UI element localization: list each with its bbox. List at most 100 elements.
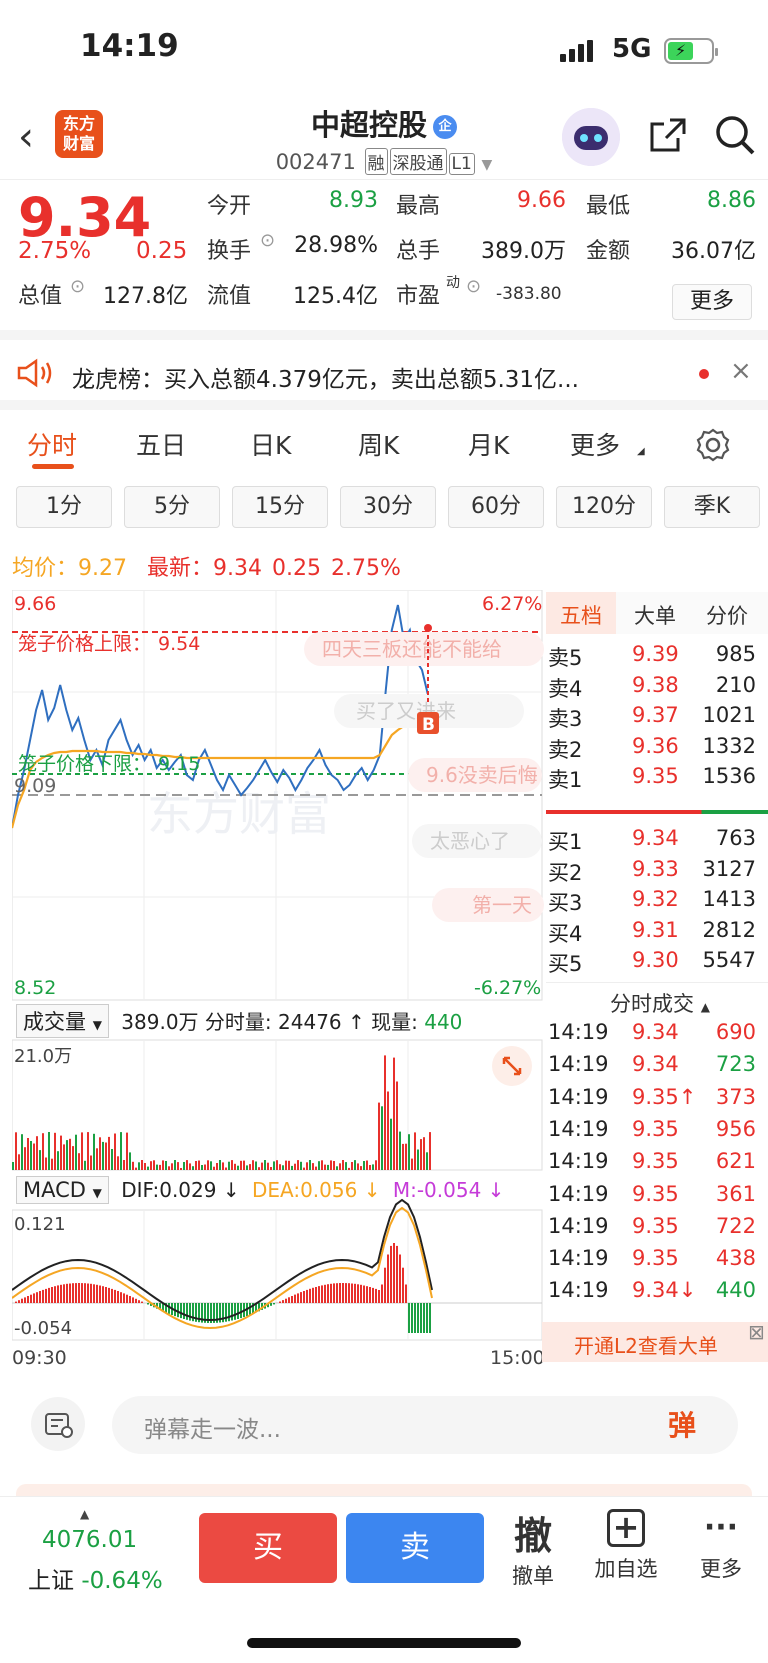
float-value: 125.4亿 <box>293 284 378 309</box>
macd-indicator-select[interactable]: MACD ▼ <box>16 1176 109 1204</box>
index-row[interactable]: 上证 -0.64% <box>28 1561 163 1595</box>
info-icon[interactable]: ⊙ <box>70 276 85 297</box>
tab-daily-k[interactable]: 日K <box>250 426 291 462</box>
volume-bar <box>240 1160 242 1170</box>
level-label: 买4 <box>548 921 583 946</box>
macd-bar <box>228 1303 230 1322</box>
level-label: 卖5 <box>548 646 583 670</box>
sell-button[interactable]: 卖 <box>346 1513 484 1583</box>
macd-bar <box>381 1284 383 1303</box>
add-watchlist-button[interactable]: + 加自选 <box>586 1509 666 1583</box>
level-volume: 1413 <box>702 887 756 911</box>
info-icon[interactable]: ⊙ <box>466 276 481 297</box>
danmaku-settings-icon[interactable] <box>30 1396 86 1452</box>
tab-intraday[interactable]: 分时 <box>27 426 77 462</box>
buy-button[interactable]: 买 <box>199 1513 337 1583</box>
volume-bar <box>234 1163 236 1170</box>
macd-bar <box>27 1296 29 1303</box>
danmaku-2: 买了又进来 <box>356 699 456 723</box>
tick-volume: 956 <box>715 1116 756 1141</box>
volume-bar <box>402 1143 404 1170</box>
macd-bar <box>369 1287 371 1303</box>
news-ticker[interactable]: 龙虎榜：买入总额4.379亿元，卖出总额5.31亿... × <box>0 340 768 410</box>
volume-bar <box>75 1134 77 1170</box>
volume-bar <box>48 1132 50 1170</box>
chart-tabs: 分时 五日 日K 周K 月K 更多 ◢ <box>0 410 768 480</box>
volume-bar <box>165 1161 167 1170</box>
level-price: 9.39 <box>632 642 679 666</box>
change-value: 0.25 <box>136 238 188 264</box>
danmaku-send-button[interactable]: 弹 <box>668 1404 696 1444</box>
tick-price: 9.35↑ <box>632 1084 697 1109</box>
volume-bar <box>183 1162 185 1170</box>
book-tab-large[interactable]: 大单 <box>634 600 676 630</box>
volume-indicator-select[interactable]: 成交量 ▼ <box>16 1004 109 1038</box>
volume-bar <box>408 1134 410 1170</box>
volume-bar <box>321 1160 323 1170</box>
close-icon[interactable]: × <box>730 356 752 386</box>
share-icon[interactable] <box>648 116 688 154</box>
robot-avatar-icon[interactable] <box>562 108 620 166</box>
volume-bar <box>363 1161 365 1170</box>
volume-bar <box>90 1155 92 1170</box>
ticks-title[interactable]: 分时成交 ▲ <box>610 988 710 1018</box>
period-1min[interactable]: 1分 <box>16 486 112 528</box>
status-bar: 14:19 5G ⚡ <box>0 0 768 100</box>
macd-bar <box>78 1283 80 1303</box>
macd-bar <box>366 1286 368 1303</box>
volume-bar <box>27 1138 29 1170</box>
macd-bar <box>90 1283 92 1303</box>
tick-volume: 621 <box>715 1149 756 1174</box>
volume-bar <box>249 1164 251 1170</box>
volume-indicator-label: 成交量 <box>23 1010 86 1034</box>
cancel-order-button[interactable]: 撤 撤单 <box>504 1505 562 1590</box>
macd-bar <box>348 1283 350 1303</box>
tab-five-day[interactable]: 五日 <box>136 426 186 462</box>
volume-bar <box>72 1146 74 1170</box>
macd-bar <box>39 1291 41 1303</box>
period-60min[interactable]: 60分 <box>448 486 544 528</box>
period-15min[interactable]: 15分 <box>232 486 328 528</box>
tab-monthly-k[interactable]: 月K <box>468 426 509 462</box>
high-label: 最高 <box>396 194 441 219</box>
macd-bar <box>288 1297 290 1303</box>
danmaku-1: 四天三板还能不能给 <box>322 637 502 661</box>
gear-icon[interactable] <box>696 428 730 462</box>
danmaku-placeholder: 弹幕走一波... <box>144 1417 281 1443</box>
volume-bar <box>309 1160 311 1170</box>
book-tab-five[interactable]: 五档 <box>560 600 602 630</box>
period-quarter-k[interactable]: 季K <box>664 486 760 528</box>
more-actions-button[interactable]: ··· 更多 <box>690 1509 752 1583</box>
macd-bar <box>324 1284 326 1303</box>
volume-bar <box>117 1156 119 1170</box>
volume-bar <box>42 1133 44 1170</box>
more-button[interactable]: 更多 <box>672 284 752 320</box>
volume-bar <box>414 1132 416 1170</box>
level-price: 9.37 <box>632 703 679 727</box>
l2-promo[interactable]: 开通L2查看大单 ⊠ <box>542 1320 768 1362</box>
danmaku-input[interactable]: 弹幕走一波... 弹 <box>112 1396 738 1454</box>
search-icon[interactable] <box>714 114 756 156</box>
period-120min[interactable]: 120分 <box>556 486 652 528</box>
volume-bar <box>372 1164 374 1170</box>
close-icon[interactable]: ⊠ <box>748 1320 765 1344</box>
intraday-chart[interactable]: 东方财富 四天三板还能不能给 买了又进来 9.6没卖后悔 太恶心了 第一天 B … <box>12 590 544 1370</box>
chevron-down-icon: ▼ <box>92 1018 102 1032</box>
tab-more[interactable]: 更多 <box>570 426 620 462</box>
volume-bar <box>246 1165 248 1170</box>
macd-bar <box>45 1288 47 1303</box>
caret-up-icon: ▲ <box>80 1507 90 1521</box>
info-icon[interactable]: ⊙ <box>260 230 275 251</box>
period-30min[interactable]: 30分 <box>340 486 436 528</box>
volume-bar <box>345 1162 347 1170</box>
volume-bar <box>63 1144 65 1170</box>
period-5min[interactable]: 5分 <box>124 486 220 528</box>
level-label: 买3 <box>548 891 583 915</box>
book-tab-price[interactable]: 分价 <box>706 600 748 630</box>
tab-weekly-k[interactable]: 周K <box>358 426 399 462</box>
volume-bar <box>144 1163 146 1170</box>
divider <box>546 982 768 983</box>
macd-bar <box>141 1301 143 1303</box>
index-value[interactable]: 4076.01 <box>42 1527 137 1553</box>
macd-bar <box>333 1283 335 1303</box>
